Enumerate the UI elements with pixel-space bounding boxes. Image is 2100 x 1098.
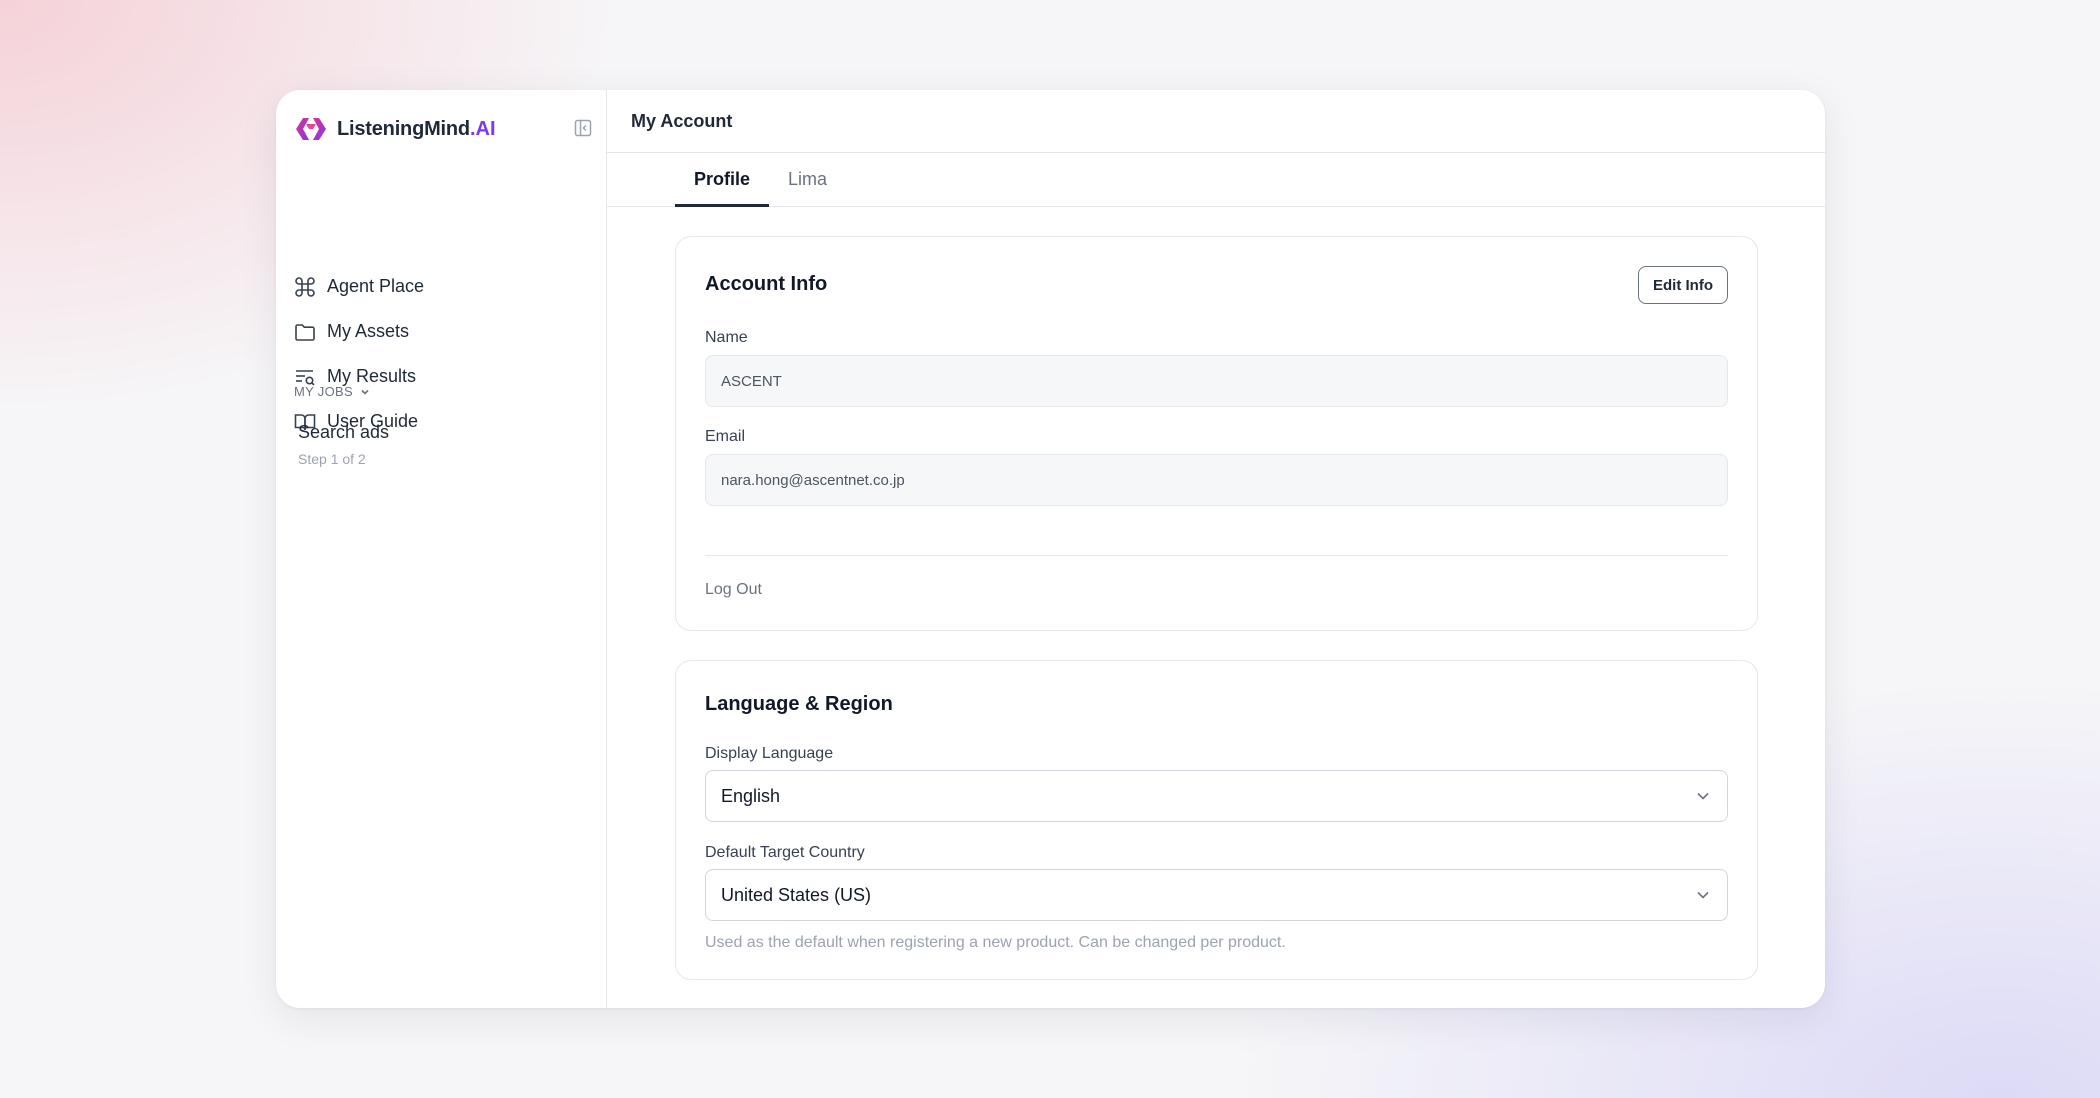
job-title: Search ads xyxy=(298,422,390,442)
target-country-value: United States (US) xyxy=(721,884,872,905)
profile-content: Account Info Edit Info Name Email Log Ou… xyxy=(675,236,1758,980)
account-info-card: Account Info Edit Info Name Email Log Ou… xyxy=(675,236,1758,631)
sidebar-item-agent-place[interactable]: Agent Place xyxy=(293,264,593,309)
language-region-card: Language & Region Display Language Engli… xyxy=(675,660,1758,980)
display-language-select[interactable]: English xyxy=(705,770,1728,822)
app-window: ListeningMind.AI Agent Place My Assets xyxy=(276,90,1825,1008)
log-out-link[interactable]: Log Out xyxy=(705,581,1728,599)
email-field[interactable] xyxy=(705,454,1728,506)
account-info-title: Account Info xyxy=(705,273,828,295)
folder-icon xyxy=(295,323,315,341)
page-title: My Account xyxy=(631,110,733,131)
target-country-label: Default Target Country xyxy=(705,844,865,861)
brand-logo[interactable]: ListeningMind .AI xyxy=(293,115,496,143)
logo-icon xyxy=(296,118,326,140)
sidebar-item-label: My Assets xyxy=(327,321,410,341)
chevron-down-icon xyxy=(1697,891,1709,899)
sidebar-collapse-icon[interactable] xyxy=(573,118,593,138)
sidebar-item-my-assets[interactable]: My Assets xyxy=(293,309,593,354)
top-bar: My Account xyxy=(607,90,1825,153)
edit-info-button[interactable]: Edit Info xyxy=(1638,266,1728,304)
divider xyxy=(705,555,1728,556)
tab-bar: Profile Lima xyxy=(607,153,1825,207)
main-content: My Account Profile Lima Account Info Edi… xyxy=(607,90,1825,1008)
job-step: Step 1 of 2 xyxy=(298,451,366,467)
target-country-hint: Used as the default when registering a n… xyxy=(705,934,1286,951)
name-field[interactable] xyxy=(705,355,1728,407)
target-country-select[interactable]: United States (US) xyxy=(705,869,1728,921)
tab-lima[interactable]: Lima xyxy=(769,152,846,206)
command-icon xyxy=(295,276,315,297)
chevron-down-icon xyxy=(1697,792,1709,800)
brand-suffix: .AI xyxy=(469,117,496,140)
email-label: Email xyxy=(705,428,746,445)
display-language-label: Display Language xyxy=(705,745,834,762)
my-jobs-label: MY JOBS xyxy=(294,384,353,399)
sidebar-nav: Agent Place My Assets My Results User Gu… xyxy=(293,264,593,444)
sidebar: ListeningMind.AI Agent Place My Assets xyxy=(276,90,607,1008)
brand-name: ListeningMind xyxy=(337,117,470,140)
job-item-search-ads[interactable]: Search ads Step 1 of 2 xyxy=(298,422,389,467)
language-region-title: Language & Region xyxy=(705,693,893,715)
tab-profile[interactable]: Profile xyxy=(675,152,770,207)
chevron-down-icon xyxy=(361,389,369,395)
my-jobs-toggle[interactable]: MY JOBS xyxy=(294,384,371,399)
display-language-value: English xyxy=(721,785,781,806)
sidebar-item-label: Agent Place xyxy=(327,276,425,296)
name-label: Name xyxy=(705,329,748,346)
